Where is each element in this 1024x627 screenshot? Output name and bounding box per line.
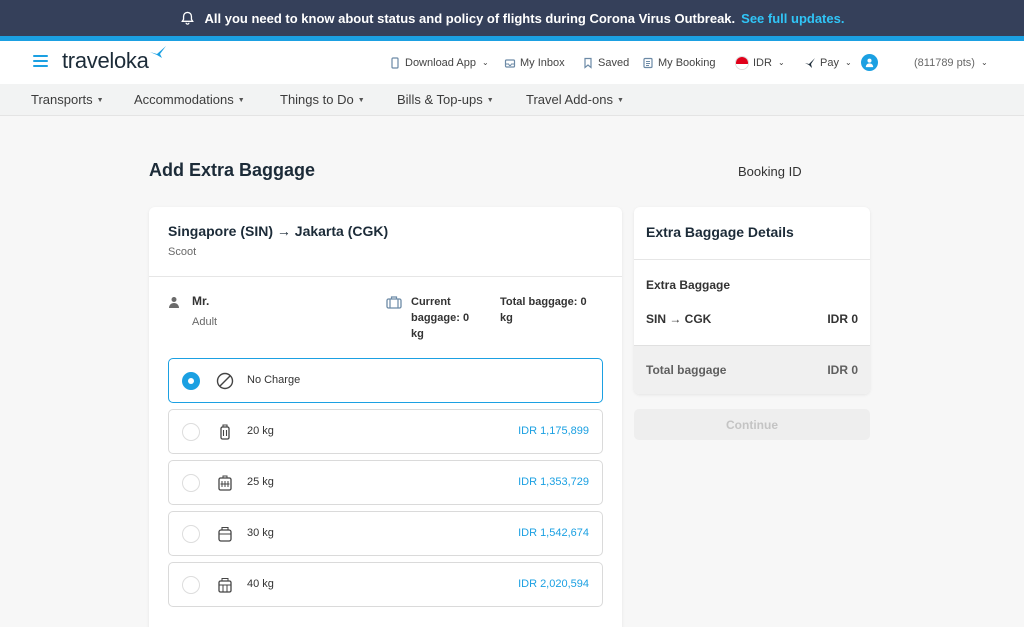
saved-label: Saved: [598, 56, 630, 69]
inbox-label: My Inbox: [520, 56, 565, 69]
airline-name: Scoot: [168, 246, 197, 258]
passenger-title: Mr.: [192, 294, 210, 308]
total-baggage-price: IDR 0: [827, 363, 858, 377]
bell-icon: [180, 11, 194, 25]
option-25kg[interactable]: 25 kg IDR 1,353,729: [168, 460, 603, 505]
no-charge-icon: [216, 372, 234, 390]
currency-label: IDR: [753, 56, 772, 69]
caret-down-icon: ▼: [486, 97, 494, 104]
download-app-label: Download App: [405, 56, 476, 69]
summary-total-row: Total baggage IDR 0: [634, 345, 870, 394]
my-booking-link[interactable]: My Booking: [642, 41, 715, 84]
option-price: IDR 2,020,594: [518, 578, 589, 590]
luggage-icon: [220, 424, 230, 440]
category-nav: Transports ▼ Accommodations ▼ Things to Do…: [0, 84, 1024, 116]
summary-route: SIN → CGK: [646, 312, 712, 326]
user-avatar[interactable]: [861, 41, 878, 84]
person-icon: [169, 297, 179, 308]
baggage-icon: [386, 296, 402, 309]
bag-icon: [218, 526, 232, 542]
flight-route: Singapore (SIN) → Jakarta (CGK): [168, 223, 389, 239]
category-transports[interactable]: Transports ▼: [31, 92, 104, 107]
summary-title: Extra Baggage Details: [646, 224, 794, 240]
avatar-icon: [861, 54, 878, 71]
option-price: IDR 1,542,674: [518, 527, 589, 539]
menu-icon[interactable]: [33, 55, 48, 67]
indonesia-flag-icon: [735, 55, 749, 70]
pay-menu[interactable]: Pay ⌄: [804, 41, 852, 84]
category-bills-topups[interactable]: Bills & Top-ups ▼: [397, 92, 494, 107]
top-header: traveloka Download App ⌄ My Inbox Saved M…: [0, 41, 1024, 84]
currency-selector[interactable]: IDR ⌄: [735, 41, 785, 84]
points-menu[interactable]: (811789 pts) ⌄: [914, 41, 988, 84]
document-icon: [643, 57, 653, 68]
box-bag-icon: [218, 578, 232, 593]
option-price: IDR 1,353,729: [518, 476, 589, 488]
inbox-link[interactable]: My Inbox: [504, 41, 565, 84]
passenger-type: Adult: [192, 316, 218, 328]
divider: [149, 276, 622, 277]
total-baggage: Total baggage: 0 kg: [500, 296, 587, 324]
option-label: No Charge: [247, 374, 301, 386]
chevron-down-icon: ⌄: [481, 58, 489, 67]
announcement-bar: All you need to know about status and po…: [0, 0, 1024, 36]
pay-label: Pay: [820, 56, 839, 69]
category-accommodations[interactable]: Accommodations ▼: [134, 92, 245, 107]
radio-unselected[interactable]: [182, 474, 200, 492]
divider: [634, 259, 870, 260]
logo[interactable]: traveloka: [62, 48, 149, 74]
my-booking-label: My Booking: [658, 56, 716, 69]
phone-icon: [391, 56, 399, 69]
radio-unselected[interactable]: [182, 576, 200, 594]
option-label: 20 kg: [247, 425, 274, 437]
category-travel-addons[interactable]: Travel Add-ons ▼: [526, 92, 624, 107]
booking-id-label: Booking ID: [738, 164, 802, 179]
download-app-menu[interactable]: Download App ⌄: [389, 41, 489, 84]
current-baggage: Current baggage: 0 kg: [411, 296, 470, 340]
logo-bird-icon: [150, 46, 166, 58]
option-20kg[interactable]: 20 kg IDR 1,175,899: [168, 409, 603, 454]
continue-button[interactable]: Continue: [634, 409, 870, 440]
bookmark-icon: [584, 57, 592, 69]
chevron-down-icon: ⌄: [980, 58, 988, 67]
caret-down-icon: ▼: [237, 97, 245, 104]
option-price: IDR 1,175,899: [518, 425, 589, 437]
option-40kg[interactable]: 40 kg IDR 2,020,594: [168, 562, 603, 607]
radio-unselected[interactable]: [182, 423, 200, 441]
announcement-text: All you need to know about status and po…: [204, 10, 736, 26]
category-things-to-do[interactable]: Things to Do ▼: [280, 92, 365, 107]
option-label: 25 kg: [247, 476, 274, 488]
option-30kg[interactable]: 30 kg IDR 1,542,674: [168, 511, 603, 556]
points-label: (811789 pts): [914, 56, 975, 69]
option-label: 40 kg: [247, 578, 274, 590]
radio-selected[interactable]: [182, 372, 200, 390]
pay-bird-icon: [805, 57, 815, 68]
caret-down-icon: ▼: [357, 97, 365, 104]
saved-link[interactable]: Saved: [582, 41, 629, 84]
page-title: Add Extra Baggage: [149, 160, 316, 180]
summary-route-price: IDR 0: [827, 312, 858, 326]
caret-down-icon: ▼: [616, 97, 624, 104]
chevron-down-icon: ⌄: [777, 58, 785, 67]
full-updates-link[interactable]: See full updates.: [741, 11, 844, 26]
caret-down-icon: ▼: [96, 97, 104, 104]
suitcase-icon: [218, 475, 232, 491]
summary-subtitle: Extra Baggage: [646, 278, 731, 292]
baggage-selection-card: Singapore (SIN) → Jakarta (CGK) Scoot Mr…: [149, 207, 622, 627]
baggage-summary-card: Extra Baggage Details Extra Baggage SIN …: [634, 207, 870, 394]
chevron-down-icon: ⌄: [844, 58, 852, 67]
inbox-icon: [504, 58, 516, 68]
option-no-charge[interactable]: No Charge: [168, 358, 603, 403]
radio-unselected[interactable]: [182, 525, 200, 543]
total-baggage-label: Total baggage: [646, 363, 727, 377]
option-label: 30 kg: [247, 527, 274, 539]
